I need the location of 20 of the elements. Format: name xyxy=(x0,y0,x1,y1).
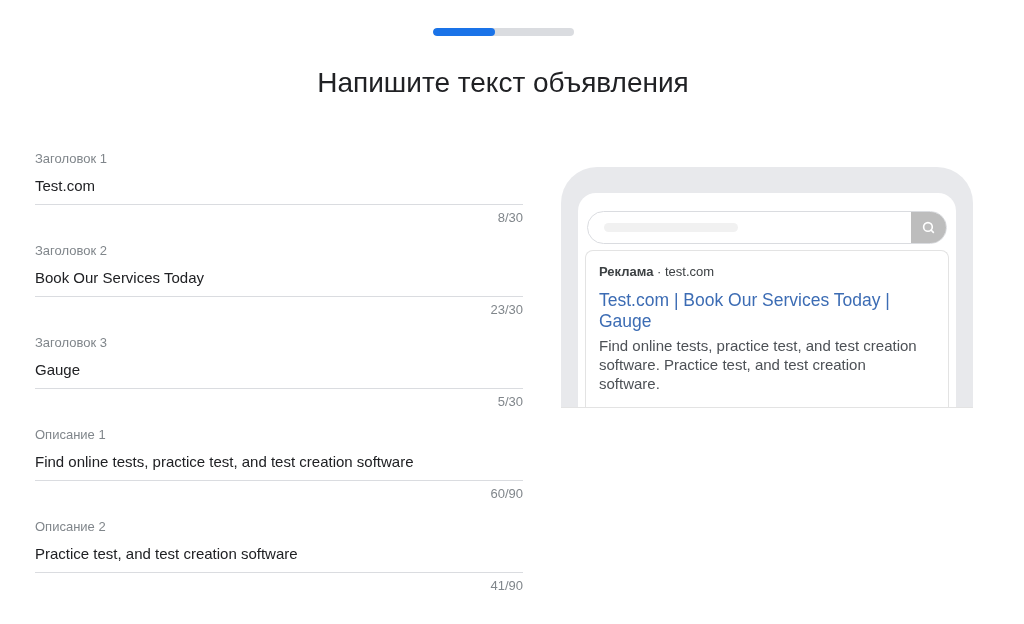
character-counter: 60/90 xyxy=(490,486,523,502)
search-icon xyxy=(922,221,935,234)
field-label: Заголовок 1 xyxy=(35,151,107,167)
character-counter: 5/30 xyxy=(497,394,523,410)
text-field[interactable]: Book Our Services Today xyxy=(35,263,523,297)
text-field[interactable]: Find online tests, practice test, and test creation software xyxy=(35,447,523,481)
page-title: Напишите текст объявления xyxy=(317,67,689,99)
character-counter: 41/90 xyxy=(490,578,523,594)
ad-headline[interactable]: Test.com | Book Our Services Today | Gauge xyxy=(599,290,909,332)
character-counter: 23/30 xyxy=(490,302,523,318)
field-label: Описание 2 xyxy=(35,519,106,535)
text-field[interactable]: Test.com xyxy=(35,171,523,205)
field-label: Описание 1 xyxy=(35,427,106,443)
text-field[interactable]: Practice test, and test creation software xyxy=(35,539,523,573)
character-counter: 8/30 xyxy=(497,210,523,226)
ad-description: Find online tests, practice test, and test creation software. Practice test, and test creation software. xyxy=(599,336,918,393)
ad-source-line: Реклама · test.com xyxy=(599,264,715,280)
field-label: Заголовок 3 xyxy=(35,335,107,351)
text-field[interactable]: Gauge xyxy=(35,355,523,389)
field-label: Заголовок 2 xyxy=(35,243,107,259)
